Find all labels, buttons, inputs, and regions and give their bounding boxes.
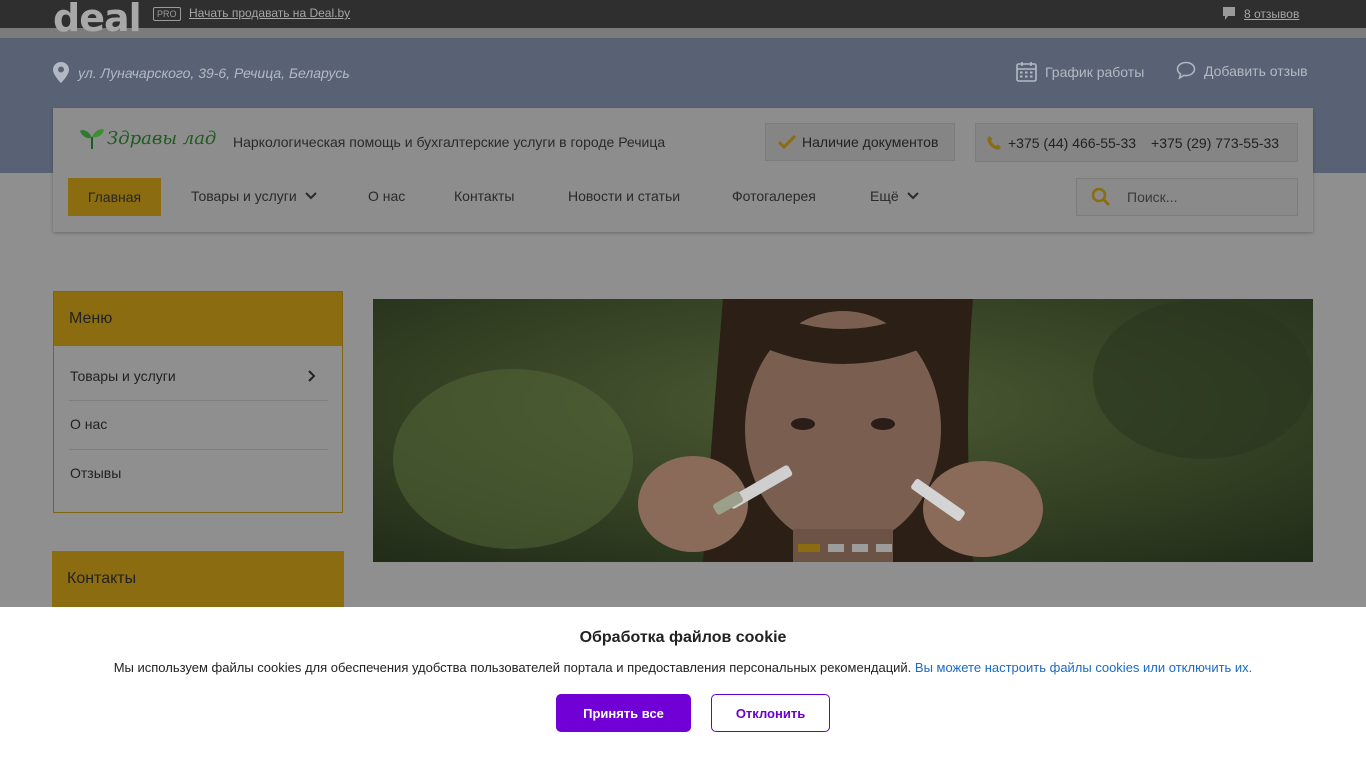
nav-item-news[interactable]: Новости и статьи <box>568 188 680 204</box>
nav-item-home[interactable]: Главная <box>68 178 161 216</box>
sidebar-item-about[interactable]: О нас <box>69 400 328 448</box>
phone-icon <box>987 135 1001 150</box>
schedule-label[interactable]: График работы <box>1045 64 1144 80</box>
slider-dots <box>798 544 892 552</box>
reviews-count[interactable]: 8 отзывов <box>1244 7 1299 21</box>
cookie-settings-link[interactable]: Вы можете настроить файлы cookies или от… <box>915 660 1252 675</box>
sidebar-item-products[interactable]: Товары и услуги <box>69 352 328 400</box>
search-box[interactable] <box>1076 178 1298 216</box>
slider-dot-active[interactable] <box>798 544 820 552</box>
nav-item-contacts[interactable]: Контакты <box>454 188 514 204</box>
hero-slider[interactable] <box>373 299 1313 562</box>
pro-badge: PRO <box>153 7 181 21</box>
company-logo[interactable]: Здравы лад <box>79 126 216 150</box>
add-review-label[interactable]: Добавить отзыв <box>1204 63 1308 79</box>
sidebar-menu: Меню Товары и услуги О нас Отзывы <box>53 291 343 513</box>
slider-dot[interactable] <box>828 544 844 552</box>
hero-image <box>373 299 1313 562</box>
documents-label[interactable]: Наличие документов <box>802 134 938 150</box>
sprout-logo-icon <box>80 129 104 149</box>
cookie-description: Мы используем файлы cookies для обеспече… <box>113 660 912 675</box>
nav-item-gallery[interactable]: Фотогалерея <box>732 188 816 204</box>
accept-all-button[interactable]: Принять все <box>556 694 691 732</box>
decline-button[interactable]: Отклонить <box>711 694 830 732</box>
documents-button[interactable]: Наличие документов <box>765 123 955 161</box>
checkmark-icon <box>778 135 796 149</box>
deal-logo[interactable]: deal <box>53 0 142 40</box>
slider-dot[interactable] <box>852 544 868 552</box>
phone-2[interactable]: +375 (29) 773-55-33 <box>1151 135 1279 151</box>
nav-item-about[interactable]: О нас <box>368 188 405 204</box>
chevron-right-icon <box>308 370 316 382</box>
start-selling-link[interactable]: Начать продавать на Deal.by <box>189 6 350 20</box>
slider-dot[interactable] <box>876 544 892 552</box>
chevron-down-icon <box>304 192 317 200</box>
nav-item-label[interactable]: Товары и услуги <box>191 188 297 204</box>
phone-1[interactable]: +375 (44) 466-55-33 <box>1008 135 1136 151</box>
sidebar-item-reviews[interactable]: Отзывы <box>69 449 328 497</box>
nav-item-products[interactable]: Товары и услуги <box>191 188 317 204</box>
map-pin-icon <box>53 62 69 83</box>
nav-item-more[interactable]: Ещё <box>870 188 919 204</box>
reviews-link[interactable]: 8 отзывов <box>1222 6 1299 22</box>
speech-bubble-icon <box>1223 7 1235 20</box>
top-bar-strip <box>0 28 1366 38</box>
nav-item-label[interactable]: Ещё <box>870 188 899 204</box>
sidebar-item-label[interactable]: Товары и услуги <box>70 368 176 384</box>
calendar-icon <box>1016 62 1037 82</box>
sidebar-item-label[interactable]: О нас <box>70 416 107 432</box>
search-input[interactable] <box>1125 188 1285 206</box>
cookie-title: Обработка файлов cookie <box>579 629 787 646</box>
search-icon[interactable] <box>1091 187 1111 207</box>
address: ул. Луначарского, 39-6, Речица, Беларусь <box>53 62 350 83</box>
schedule-link[interactable]: График работы <box>1016 61 1144 82</box>
add-review-link[interactable]: Добавить отзыв <box>1176 61 1308 80</box>
company-tagline: Наркологическая помощь и бухгалтерские у… <box>233 134 666 150</box>
contacts-title: Контакты <box>52 551 344 607</box>
brand-name: Здравы лад <box>107 127 217 149</box>
chevron-down-icon <box>906 192 919 200</box>
menu-title: Меню <box>54 292 342 346</box>
phones-block[interactable]: +375 (44) 466-55-33 +375 (29) 773-55-33 <box>975 123 1298 162</box>
cookie-text: Мы используем файлы cookies для обеспече… <box>0 660 1366 675</box>
address-text: ул. Луначарского, 39-6, Речица, Беларусь <box>78 64 350 81</box>
sidebar-item-label[interactable]: Отзывы <box>70 465 121 481</box>
chat-icon <box>1176 61 1196 80</box>
